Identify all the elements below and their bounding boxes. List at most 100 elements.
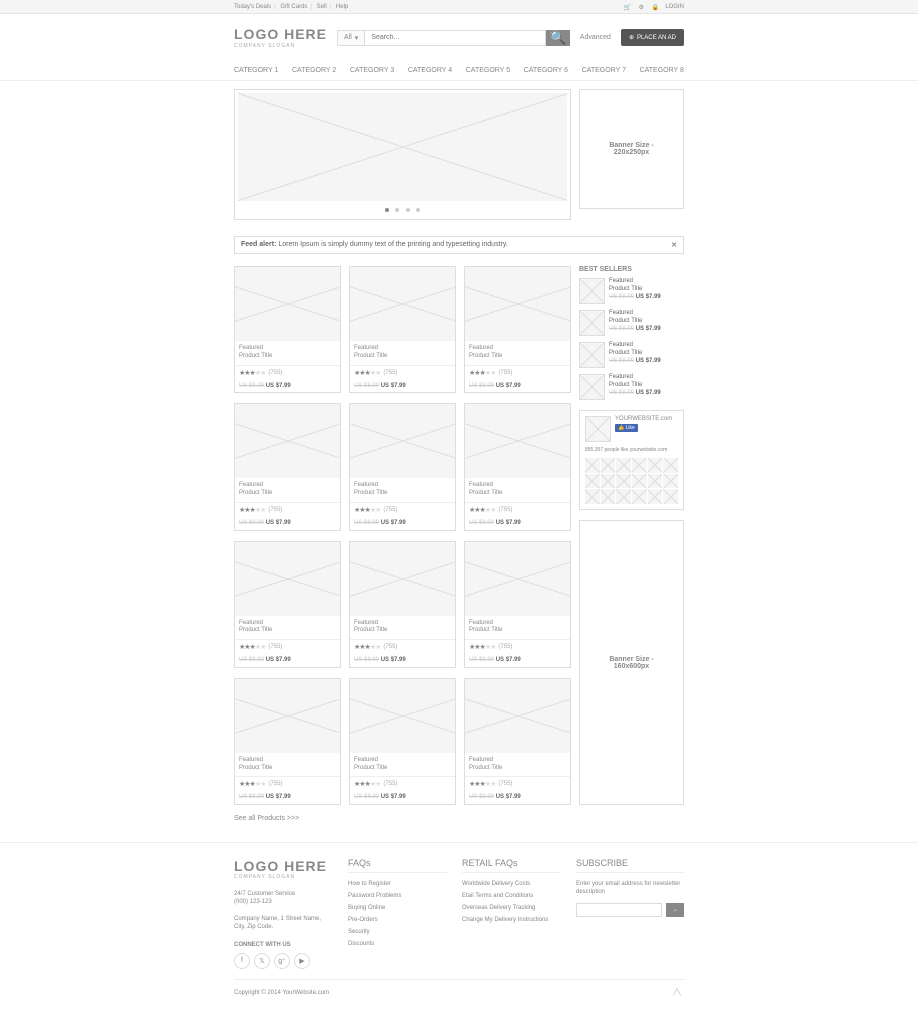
bestseller-price-old: US $8.99 — [609, 390, 634, 396]
nav-category-8[interactable]: CATEGORY 8 — [640, 67, 684, 74]
nav-category-6[interactable]: CATEGORY 6 — [524, 67, 568, 74]
product-card[interactable]: Featured Product Title ★★★★★ (755) US $8… — [234, 266, 341, 393]
product-title: Product Title — [354, 627, 451, 635]
follower-avatar[interactable] — [585, 474, 600, 489]
search-category-dropdown[interactable]: All ▾ — [337, 30, 365, 46]
place-ad-button[interactable]: ⊕ PLACE AN AD — [621, 29, 684, 46]
product-image — [235, 679, 340, 753]
search-button[interactable]: 🔍 — [546, 30, 570, 46]
price-old: US $8.99 — [354, 657, 379, 663]
twitter-icon[interactable]: 𝕏 — [254, 953, 270, 969]
follower-avatar[interactable] — [663, 474, 678, 489]
faq-link[interactable]: Buying Online — [348, 905, 447, 911]
product-card[interactable]: Featured Product Title ★★★★★ (755) US $8… — [464, 403, 571, 530]
follower-avatar[interactable] — [648, 474, 663, 489]
retail-faq-link[interactable]: Overseas Delivery Tracking — [462, 905, 561, 911]
follower-avatar[interactable] — [663, 489, 678, 504]
nav-category-7[interactable]: CATEGORY 7 — [582, 67, 626, 74]
topbar-link-sell[interactable]: Sell — [317, 4, 327, 10]
faq-link[interactable]: Pre-Orders — [348, 917, 447, 923]
faq-link[interactable]: How to Register — [348, 881, 447, 887]
logo-text: LOGO HERE — [234, 26, 327, 42]
nav-category-1[interactable]: CATEGORY 1 — [234, 67, 278, 74]
product-image — [465, 404, 570, 478]
product-card[interactable]: Featured Product Title ★★★★★ (755) US $8… — [349, 403, 456, 530]
follower-avatar[interactable] — [648, 489, 663, 504]
follower-avatar[interactable] — [601, 474, 616, 489]
follower-avatar[interactable] — [601, 458, 616, 473]
follower-avatar[interactable] — [585, 458, 600, 473]
like-button[interactable]: 👍 Like — [615, 424, 638, 432]
product-card[interactable]: Featured Product Title ★★★★★ (755) US $8… — [464, 541, 571, 668]
nav-category-3[interactable]: CATEGORY 3 — [350, 67, 394, 74]
faq-link[interactable]: Security — [348, 929, 447, 935]
alert-close-button[interactable]: ✕ — [671, 241, 677, 249]
sidebar-banner-tall[interactable]: Banner Size - 160x600px — [579, 520, 684, 805]
follower-avatar[interactable] — [648, 458, 663, 473]
star-rating: ★★★★★ — [469, 780, 495, 788]
nav-category-4[interactable]: CATEGORY 4 — [408, 67, 452, 74]
carousel-dot[interactable] — [416, 208, 420, 212]
product-card[interactable]: Featured Product Title ★★★★★ (755) US $8… — [349, 266, 456, 393]
product-card[interactable]: Featured Product Title ★★★★★ (755) US $8… — [464, 266, 571, 393]
sidebar-banner-top[interactable]: Banner Size - 220x250px — [579, 89, 684, 209]
product-title: Product Title — [469, 353, 566, 361]
slogan-text: COMPANY SLOGAN — [234, 43, 327, 49]
hero-image[interactable] — [238, 93, 567, 201]
login-link[interactable]: LOGIN — [665, 4, 684, 10]
scroll-to-top-button[interactable]: ╱╲ — [670, 986, 684, 1000]
follower-avatar[interactable] — [585, 489, 600, 504]
retail-faq-link[interactable]: Worldwide Delivery Costs — [462, 881, 561, 887]
facebook-icon[interactable]: f — [234, 953, 250, 969]
bestseller-item[interactable]: Featured Product Title US $8.99 US $7.99 — [579, 342, 684, 368]
product-card[interactable]: Featured Product Title ★★★★★ (755) US $8… — [234, 678, 341, 805]
follower-avatar[interactable] — [616, 474, 631, 489]
product-title: Product Title — [469, 765, 566, 773]
product-card[interactable]: Featured Product Title ★★★★★ (755) US $8… — [234, 403, 341, 530]
topbar-link-giftcards[interactable]: Gift Cards — [280, 4, 307, 10]
nav-category-5[interactable]: CATEGORY 5 — [466, 67, 510, 74]
rating-count: (755) — [498, 644, 512, 650]
bestseller-item[interactable]: Featured Product Title US $8.99 US $7.99 — [579, 278, 684, 304]
carousel-dot[interactable] — [395, 208, 399, 212]
follower-avatar[interactable] — [601, 489, 616, 504]
price-new: US $7.99 — [266, 657, 291, 663]
follower-avatar[interactable] — [632, 489, 647, 504]
faq-link[interactable]: Password Problems — [348, 893, 447, 899]
follower-avatar[interactable] — [616, 489, 631, 504]
faq-link[interactable]: Discounts — [348, 941, 447, 947]
bestseller-item[interactable]: Featured Product Title US $8.99 US $7.99 — [579, 310, 684, 336]
product-card[interactable]: Featured Product Title ★★★★★ (755) US $8… — [234, 541, 341, 668]
logo-block[interactable]: LOGO HERE COMPANY SLOGAN — [234, 26, 327, 49]
carousel-dot[interactable] — [406, 208, 410, 212]
copyright-text: Copyright © 2014 YourWebsite.com — [234, 990, 329, 996]
cart-icon[interactable]: 🛒 — [623, 3, 631, 11]
retail-faq-link[interactable]: Change My Delivery Instructions — [462, 917, 561, 923]
follower-avatar[interactable] — [632, 474, 647, 489]
follower-avatar[interactable] — [616, 458, 631, 473]
notification-icon[interactable]: ⚙ — [637, 3, 645, 11]
subscribe-button[interactable]: → — [666, 903, 684, 917]
nav-category-2[interactable]: CATEGORY 2 — [292, 67, 336, 74]
bestseller-title: Product Title — [609, 286, 661, 294]
search-input[interactable] — [365, 30, 545, 46]
topbar-link-help[interactable]: Help — [336, 4, 348, 10]
product-featured-label: Featured — [354, 620, 451, 628]
product-card[interactable]: Featured Product Title ★★★★★ (755) US $8… — [464, 678, 571, 805]
youtube-icon[interactable]: ▶ — [294, 953, 310, 969]
star-rating: ★★★★★ — [469, 643, 495, 651]
googleplus-icon[interactable]: g⁺ — [274, 953, 290, 969]
product-card[interactable]: Featured Product Title ★★★★★ (755) US $8… — [349, 541, 456, 668]
follower-avatar[interactable] — [632, 458, 647, 473]
follower-avatar[interactable] — [663, 458, 678, 473]
bestseller-item[interactable]: Featured Product Title US $8.99 US $7.99 — [579, 374, 684, 400]
subscribe-text: Enter your email address for newsletter … — [576, 881, 684, 897]
subscribe-email-input[interactable] — [576, 903, 662, 917]
advanced-search-link[interactable]: Advanced — [580, 34, 611, 41]
product-image — [235, 404, 340, 478]
retail-faq-link[interactable]: Etail Terms and Conditions — [462, 893, 561, 899]
topbar-link-deals[interactable]: Today's Deals — [234, 4, 271, 10]
product-card[interactable]: Featured Product Title ★★★★★ (755) US $8… — [349, 678, 456, 805]
see-all-products-link[interactable]: See all Products >>> — [234, 815, 684, 822]
carousel-dot[interactable] — [385, 208, 389, 212]
